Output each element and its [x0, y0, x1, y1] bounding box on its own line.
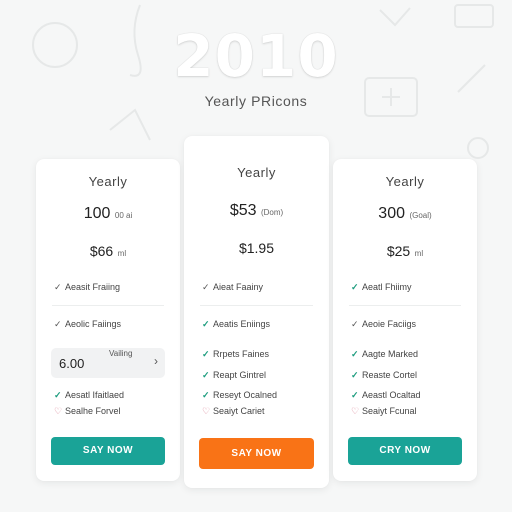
price-value: 300: [378, 205, 405, 222]
price-secondary-value: $25: [386, 243, 411, 259]
check-icon: ✓: [351, 390, 359, 400]
feature-item: ✓ Aagte Marked: [351, 349, 419, 359]
buy-now-button[interactable]: SAY NOW: [51, 437, 165, 465]
chart-decoration: [109, 108, 151, 141]
plan-title: Yearly: [385, 174, 425, 189]
buy-now-button[interactable]: CRY NOW: [348, 437, 462, 465]
price-secondary-unit: ml: [414, 249, 424, 258]
check-icon: ✓: [351, 282, 359, 292]
heart-icon: ♡: [54, 406, 63, 416]
feature-item: ✓ Aeasit Fraiing: [54, 282, 121, 292]
feature-item: ✓ Aeatis Eniings: [202, 319, 271, 329]
divider: [52, 305, 164, 306]
check-icon: ✓: [351, 370, 359, 380]
buy-now-button[interactable]: SAY NOW: [199, 438, 314, 469]
check-icon: ✓: [54, 282, 62, 292]
feature-item: ♡ Seaiyt Fcunal: [351, 406, 417, 416]
plan-price-secondary: $66 ml: [36, 243, 180, 261]
check-icon: ✓: [351, 349, 359, 359]
feature-item: ♡ Seaiyt Cariet: [202, 406, 265, 416]
select-label: Vailing: [109, 349, 133, 358]
price-unit: (Dom): [260, 208, 284, 217]
check-icon: ✓: [54, 390, 62, 400]
price-unit: (Goal): [409, 211, 432, 220]
feature-item: ✓ Aeolic Faiings: [54, 319, 122, 329]
price-unit: 00 ai: [114, 211, 133, 220]
divider: [200, 305, 313, 306]
plan-title: Yearly: [237, 165, 276, 180]
price-value: 100: [83, 205, 111, 222]
plan-card-right: Yearly 300 (Goal) $25 ml ✓ Aeatl Fhiimy ✓…: [333, 159, 477, 481]
feature-item: ✓ Aieat Faainy: [202, 282, 264, 292]
plan-price-secondary: $1.95: [184, 240, 329, 258]
check-icon: ✓: [202, 370, 210, 380]
plan-option-select[interactable]: 6.00 Vailing ›: [51, 348, 165, 378]
price-secondary-unit: ml: [117, 249, 127, 258]
plan-card-left: Yearly 100 00 ai $66 ml ✓ Aeasit Fraiing …: [36, 159, 180, 481]
check-icon: ✓: [202, 282, 210, 292]
select-value: 6.00: [59, 356, 85, 371]
feature-item: ♡ Sealhe Forvel: [54, 406, 121, 416]
plan-price-secondary: $25 ml: [333, 243, 477, 261]
feature-item: ✓ Reapt Gintrel: [202, 370, 267, 380]
price-secondary-value: $1.95: [238, 240, 275, 256]
check-icon: ✓: [351, 319, 359, 329]
check-icon: ✓: [202, 349, 210, 359]
feature-item: ✓ Aeatl Fhiimy: [351, 282, 412, 292]
plan-price-main: 300 (Goal): [333, 205, 477, 223]
price-value: $53: [229, 202, 257, 219]
feature-item: ✓ Aeoie Faciigs: [351, 319, 417, 329]
feature-item: ✓ Reaste Cortel: [351, 370, 418, 380]
divider: [349, 305, 461, 306]
feature-item: ✓ Reseyt Ocalned: [202, 390, 278, 400]
feature-item: ✓ Rrpets Faines: [202, 349, 270, 359]
price-secondary-value: $66: [89, 243, 114, 259]
plan-card-featured: Yearly $53 (Dom) $1.95 ✓ Aieat Faainy ✓ Ae…: [184, 136, 329, 488]
chevron-right-icon: ›: [154, 354, 158, 368]
page-subtitle: Yearly PRicons: [204, 93, 308, 109]
smile-icon: [467, 137, 489, 159]
plan-title: Yearly: [88, 174, 128, 189]
heart-icon: ♡: [351, 406, 360, 416]
feature-item: ✓ Aesatl Ifaitlaed: [54, 390, 125, 400]
check-icon: ✓: [202, 390, 210, 400]
hero-year: 2010: [173, 22, 339, 90]
check-icon: ✓: [202, 319, 210, 329]
check-icon: ✓: [54, 319, 62, 329]
heart-icon: ♡: [202, 406, 211, 416]
plan-price-main: 100 00 ai: [36, 205, 180, 223]
plan-price-main: $53 (Dom): [184, 202, 329, 220]
feature-item: ✓ Aeastl Ocaltad: [351, 390, 421, 400]
